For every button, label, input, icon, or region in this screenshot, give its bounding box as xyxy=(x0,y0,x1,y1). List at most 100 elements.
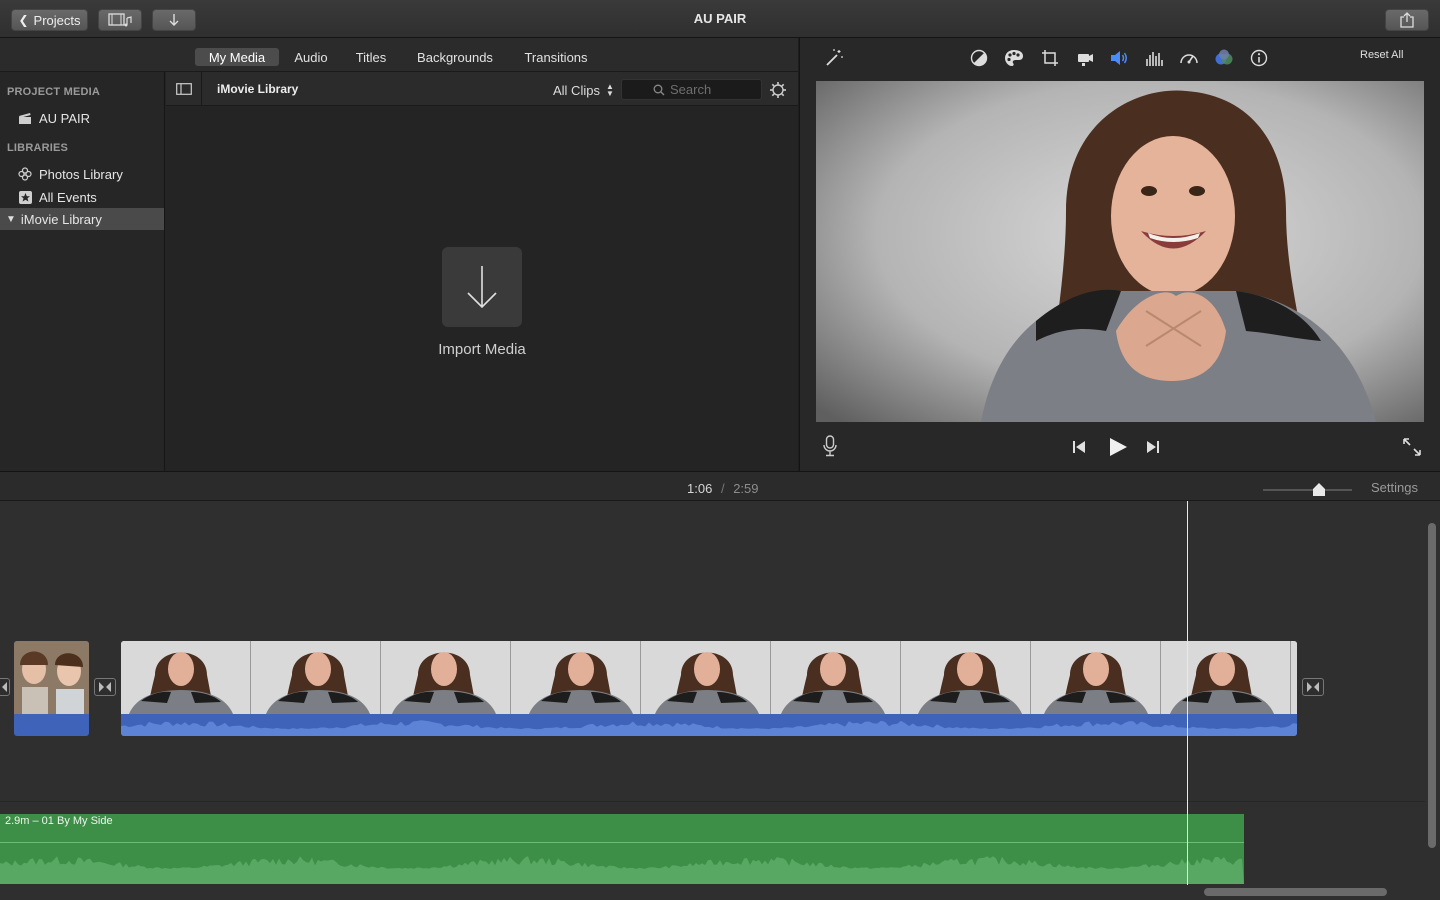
timeline-divider xyxy=(0,801,1425,802)
equalizer-button[interactable] xyxy=(1143,47,1165,69)
clip-thumbnail xyxy=(14,641,89,714)
volume-icon xyxy=(1111,51,1127,65)
horizontal-scrollbar[interactable] xyxy=(1204,888,1387,896)
library-title: iMovie Library xyxy=(217,82,299,96)
volume-button[interactable] xyxy=(1108,47,1130,69)
media-library-toggle-button[interactable] xyxy=(98,9,142,31)
sidebar-item-all-events[interactable]: All Events xyxy=(0,186,164,208)
search-icon xyxy=(653,84,665,95)
play-button[interactable] xyxy=(1107,436,1129,458)
video-clip-photo[interactable] xyxy=(14,641,89,736)
clip-filter-dropdown[interactable]: All Clips ▲ ▼ xyxy=(553,81,614,99)
transition-marker[interactable] xyxy=(1302,678,1324,696)
transition-marker[interactable] xyxy=(94,678,116,696)
search-placeholder: Search xyxy=(670,82,712,97)
zoom-slider-thumb[interactable] xyxy=(1313,483,1325,496)
slider-thumb-icon xyxy=(1313,483,1325,496)
color-correction-icon xyxy=(1005,50,1023,66)
clip-filmstrip xyxy=(121,641,1297,714)
tab-transitions[interactable]: Transitions xyxy=(518,48,594,66)
voiceover-button[interactable] xyxy=(821,435,839,457)
search-field[interactable]: Search xyxy=(621,79,762,100)
clip-thumbnail xyxy=(121,641,251,714)
video-preview[interactable] xyxy=(816,81,1424,422)
color-balance-button[interactable] xyxy=(968,47,990,69)
tab-titles[interactable]: Titles xyxy=(349,48,393,66)
transition-marker[interactable] xyxy=(0,678,10,696)
skip-back-icon xyxy=(1073,441,1085,453)
clapperboard-icon xyxy=(18,111,32,125)
disclosure-triangle-icon[interactable]: ▼ xyxy=(6,214,16,225)
music-waveform xyxy=(0,856,1244,884)
projects-button-label: Projects xyxy=(33,12,81,28)
skip-forward-icon xyxy=(1147,441,1159,453)
tab-my-media[interactable]: My Media xyxy=(195,48,279,66)
equalizer-icon xyxy=(1146,52,1163,66)
share-button[interactable] xyxy=(1385,9,1429,31)
project-media-heading: PROJECT MEDIA xyxy=(7,86,101,98)
info-icon xyxy=(1250,49,1268,67)
timeline[interactable]: 2.9m – 01 By My Side xyxy=(0,501,1440,900)
skip-back-button[interactable] xyxy=(1071,439,1087,455)
clip-thumbnail xyxy=(1291,641,1297,714)
viewer-panel: Reset All xyxy=(799,38,1440,471)
tab-backgrounds[interactable]: Backgrounds xyxy=(411,48,499,66)
sidebar-item-au-pair[interactable]: AU PAIR xyxy=(0,107,164,129)
gear-icon xyxy=(770,82,786,98)
media-browser: My Media Audio Titles Backgrounds Transi… xyxy=(0,38,798,471)
fullscreen-icon xyxy=(1403,438,1421,456)
clip-filter-value: All Clips xyxy=(553,82,600,98)
skip-forward-button[interactable] xyxy=(1145,439,1161,455)
clip-thumbnail xyxy=(901,641,1031,714)
playhead[interactable] xyxy=(1187,501,1188,885)
speed-button[interactable] xyxy=(1178,47,1200,69)
browser-settings-button[interactable] xyxy=(767,79,789,101)
clip-thumbnail xyxy=(1031,641,1161,714)
speed-icon xyxy=(1180,54,1198,64)
total-time: 2:59 xyxy=(733,481,759,496)
zoom-slider[interactable] xyxy=(1263,480,1352,498)
clip-filter-button[interactable] xyxy=(1213,47,1235,69)
stabilization-icon xyxy=(1078,54,1093,66)
transition-icon xyxy=(99,682,111,692)
library-header-bar: iMovie Library All Clips ▲ ▼ Search xyxy=(166,72,798,106)
import-media-button[interactable] xyxy=(442,247,522,327)
import-button[interactable] xyxy=(152,9,196,31)
timecode-display: 1:06 / 2:59 xyxy=(687,481,759,496)
clip-thumbnail xyxy=(771,641,901,714)
clip-audio-waveform xyxy=(121,714,1297,736)
window-title: AU PAIR xyxy=(693,11,747,26)
color-balance-icon xyxy=(970,49,988,67)
fullscreen-button[interactable] xyxy=(1402,437,1422,457)
vertical-scrollbar[interactable] xyxy=(1428,523,1436,848)
color-correction-button[interactable] xyxy=(1003,47,1025,69)
projects-button[interactable]: ❮ Projects xyxy=(11,9,88,31)
music-clip[interactable]: 2.9m – 01 By My Side xyxy=(0,814,1244,884)
sidebar-item-imovie-library[interactable]: ▼ iMovie Library xyxy=(0,208,164,230)
photos-icon xyxy=(18,167,32,181)
import-media-label: Import Media xyxy=(438,341,526,358)
timeline-settings-button[interactable]: Settings xyxy=(1371,480,1418,495)
clip-filter-icon xyxy=(1215,49,1233,65)
sidebar-item-photos-library[interactable]: Photos Library xyxy=(0,163,164,185)
magic-wand-button[interactable] xyxy=(823,47,845,69)
crop-icon xyxy=(1042,50,1058,66)
sidebar-item-label: Photos Library xyxy=(39,166,123,182)
music-volume-line xyxy=(0,842,1244,843)
libraries-heading: LIBRARIES xyxy=(7,142,69,154)
import-arrow-icon xyxy=(467,266,497,309)
transition-icon xyxy=(1307,682,1319,692)
tab-audio[interactable]: Audio xyxy=(289,48,333,66)
main-toolbar: ❮ Projects AU PAIR xyxy=(0,0,1440,38)
transition-icon xyxy=(0,682,7,692)
reset-all-button[interactable]: Reset All xyxy=(1360,49,1403,61)
sidebar-item-label: All Events xyxy=(39,189,97,205)
magic-wand-icon xyxy=(826,49,843,66)
sidebar-toggle-button[interactable] xyxy=(166,72,202,106)
stabilization-button[interactable] xyxy=(1074,47,1096,69)
info-button[interactable] xyxy=(1248,47,1270,69)
time-separator: / xyxy=(720,481,725,496)
microphone-icon xyxy=(823,435,837,457)
video-clip-main[interactable] xyxy=(121,641,1297,736)
crop-button[interactable] xyxy=(1039,47,1061,69)
